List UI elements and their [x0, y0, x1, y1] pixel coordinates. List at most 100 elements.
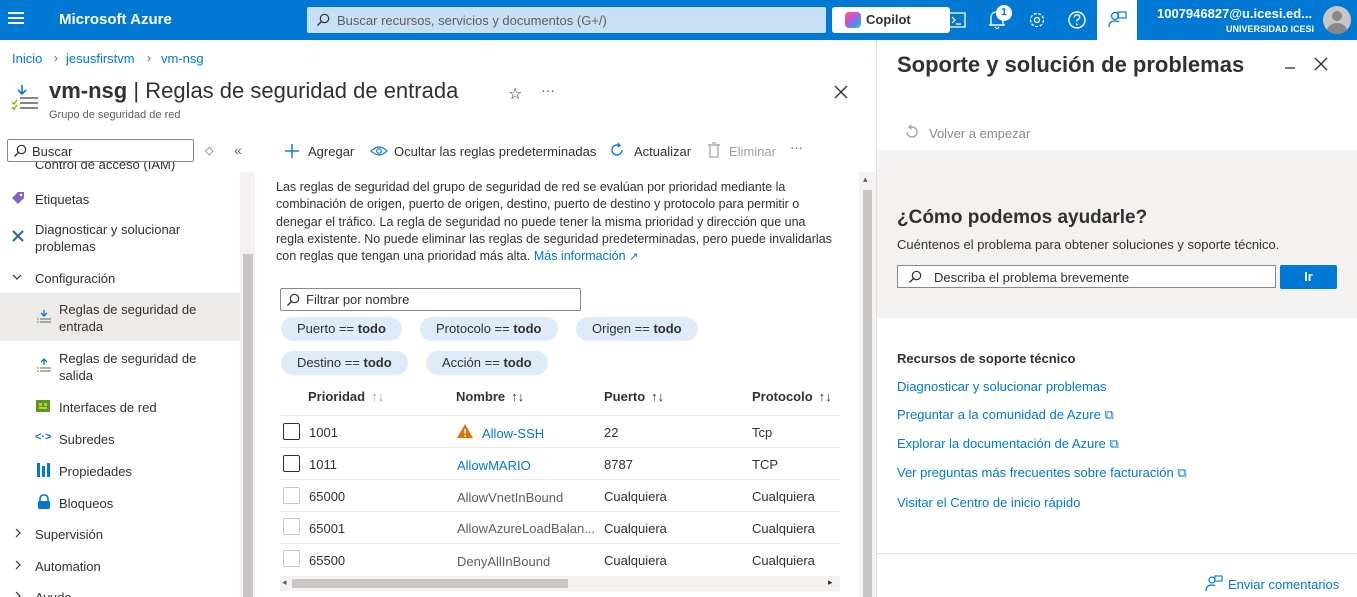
- help-heading: ¿Cómo podemos ayudarle?: [897, 207, 1148, 228]
- nav-item-inbound-rules[interactable]: Reglas de seguridad de entrada: [0, 293, 240, 341]
- nav-search-input[interactable]: Buscar: [7, 139, 194, 162]
- rule-name-link[interactable]: AllowMARIO: [457, 458, 531, 473]
- resource-link-label: Visitar el Centro de inicio rápido: [897, 495, 1081, 510]
- cell-priority: 65000: [309, 489, 346, 504]
- external-link-icon: ⧉: [1109, 436, 1119, 451]
- scroll-up-icon[interactable]: ▴: [863, 174, 868, 185]
- column-header-name[interactable]: Nombre ↑↓: [456, 389, 524, 404]
- learn-more-link[interactable]: Más información ↗: [534, 249, 638, 263]
- close-panel-icon[interactable]: [1314, 57, 1328, 71]
- row-checkbox[interactable]: [283, 455, 300, 472]
- nav-item-diagnose[interactable]: Diagnosticar y solucionar problemas: [0, 220, 240, 256]
- column-header-priority[interactable]: Prioridad ↑↓: [308, 389, 384, 404]
- top-bar: Microsoft Azure Buscar recursos, servici…: [0, 0, 1357, 40]
- feedback-person-icon: [1205, 574, 1223, 592]
- account-name[interactable]: 1007946827@u.icesi.ed...: [1157, 6, 1312, 21]
- pill-op: ==: [481, 355, 504, 370]
- page-title-section: Reglas de seguridad de entrada: [145, 78, 459, 103]
- rule-name-link[interactable]: Allow-SSH: [482, 426, 544, 441]
- nav-item-label: Reglas de seguridad de entrada: [59, 302, 197, 334]
- nav-item-network-interfaces[interactable]: Interfaces de red: [0, 397, 240, 417]
- scroll-left-icon[interactable]: ◂: [282, 577, 287, 588]
- help-icon[interactable]: [1057, 0, 1097, 40]
- column-header-port[interactable]: Puerto ↑↓: [604, 389, 664, 404]
- pill-value: todo: [357, 321, 386, 336]
- avatar[interactable]: [1323, 6, 1351, 34]
- cell-priority: 65001: [309, 521, 346, 536]
- refresh-button[interactable]: Actualizar: [634, 144, 691, 159]
- cell-priority: 1011: [309, 457, 337, 472]
- breadcrumb-jesusfirstvm[interactable]: jesusfirstvm: [66, 51, 135, 66]
- cell-port: Cualquiera: [604, 521, 667, 536]
- support-panel-title: Soporte y solución de problemas: [897, 52, 1245, 77]
- resource-link-billing-faq[interactable]: Ver preguntas más frecuentes sobre factu…: [897, 465, 1187, 481]
- cell-priority: 65500: [309, 553, 346, 568]
- nav-group-configuration[interactable]: Configuración: [0, 268, 240, 288]
- help-section: [877, 150, 1357, 318]
- nav-item-tags[interactable]: Etiquetas: [0, 188, 240, 210]
- minimize-icon[interactable]: [1284, 58, 1296, 72]
- nav-group-help[interactable]: Ayuda: [0, 587, 240, 597]
- properties-icon: [36, 462, 52, 478]
- copilot-button[interactable]: Copilot: [832, 7, 950, 33]
- close-blade-icon[interactable]: [834, 85, 848, 99]
- column-header-protocol[interactable]: Protocolo ↑↓: [752, 389, 832, 404]
- support-resources-heading: Recursos de soporte técnico: [897, 351, 1076, 366]
- more-commands-icon[interactable]: ···: [790, 140, 803, 155]
- global-search-input[interactable]: Buscar recursos, servicios y documentos …: [307, 7, 826, 33]
- nav-item-label: Interfaces de red: [59, 400, 157, 415]
- nav-group-monitoring[interactable]: Supervisión: [0, 524, 240, 544]
- add-button[interactable]: Agregar: [308, 144, 354, 159]
- chevron-right-icon: [13, 560, 23, 570]
- nav-filter-icon[interactable]: ◇: [205, 144, 213, 157]
- filter-pill-action[interactable]: Acción == todo: [426, 351, 548, 375]
- nav-item-properties[interactable]: Propiedades: [0, 461, 240, 481]
- filter-pill-port[interactable]: Puerto == todo: [281, 317, 402, 341]
- problem-description-placeholder: Describa el problema brevemente: [934, 270, 1130, 285]
- send-feedback-link[interactable]: Enviar comentarios: [1228, 577, 1339, 592]
- breadcrumb-inicio[interactable]: Inicio: [12, 51, 42, 66]
- learn-more-label: Más información: [533, 249, 626, 264]
- resource-link-community[interactable]: Preguntar a la comunidad de Azure ⧉: [897, 407, 1114, 423]
- nav-item-subnets[interactable]: <·> Subredes: [0, 429, 240, 449]
- nav-item-outbound-rules[interactable]: Reglas de seguridad de salida: [0, 348, 240, 384]
- nav-group-automation[interactable]: Automation: [0, 556, 240, 576]
- cloud-shell-icon[interactable]: [937, 0, 977, 40]
- hide-default-rules-button[interactable]: Ocultar las reglas predeterminadas: [394, 144, 596, 159]
- filter-pill-destination[interactable]: Destino == todo: [281, 351, 408, 375]
- notifications-icon[interactable]: [977, 0, 1017, 40]
- settings-gear-icon[interactable]: [1017, 0, 1057, 40]
- cell-port: Cualquiera: [604, 489, 667, 504]
- feedback-icon[interactable]: [1097, 0, 1137, 40]
- resource-link-diagnose[interactable]: Diagnosticar y solucionar problemas: [897, 379, 1107, 394]
- collapse-nav-icon[interactable]: «: [234, 142, 242, 158]
- table-horizontal-scrollbar[interactable]: ◂ ▸: [280, 576, 840, 591]
- notification-count-badge: 1: [996, 5, 1012, 21]
- cell-protocol: Cualquiera: [752, 521, 815, 536]
- nav-item-iam[interactable]: Control de acceso (IAM): [0, 162, 240, 172]
- scroll-right-icon[interactable]: ▸: [828, 577, 833, 588]
- restart-button[interactable]: Volver a empezar: [929, 126, 1030, 141]
- content-vertical-scrollbar[interactable]: ▴: [859, 172, 876, 597]
- nav-scrollbar[interactable]: [240, 172, 255, 597]
- more-options-icon[interactable]: ···: [541, 82, 555, 98]
- filter-pill-protocol[interactable]: Protocolo == todo: [420, 317, 558, 341]
- brand-label[interactable]: Microsoft Azure: [59, 11, 172, 28]
- breadcrumb-vm-nsg[interactable]: vm-nsg: [161, 51, 204, 66]
- go-button[interactable]: Ir: [1280, 265, 1337, 289]
- filter-by-name-input[interactable]: Filtrar por nombre: [280, 288, 581, 311]
- nav-item-locks[interactable]: Bloqueos: [0, 493, 240, 513]
- resource-link-label: Preguntar a la comunidad de Azure: [897, 407, 1101, 422]
- favorite-star-icon[interactable]: ☆: [508, 84, 522, 104]
- menu-icon[interactable]: [8, 12, 24, 28]
- pill-value: todo: [363, 355, 392, 370]
- filter-pill-source[interactable]: Origen == todo: [576, 317, 698, 341]
- row-checkbox: [283, 487, 300, 504]
- row-checkbox[interactable]: [283, 423, 300, 440]
- resource-link-docs[interactable]: Explorar la documentación de Azure ⧉: [897, 436, 1119, 452]
- problem-description-input[interactable]: Describa el problema brevemente: [897, 265, 1276, 288]
- account-organization: UNIVERSIDAD ICESI: [1226, 24, 1315, 34]
- delete-button[interactable]: Eliminar: [729, 144, 776, 159]
- resource-link-quickstart[interactable]: Visitar el Centro de inicio rápido: [897, 495, 1080, 510]
- inbound-rules-icon: [36, 309, 52, 325]
